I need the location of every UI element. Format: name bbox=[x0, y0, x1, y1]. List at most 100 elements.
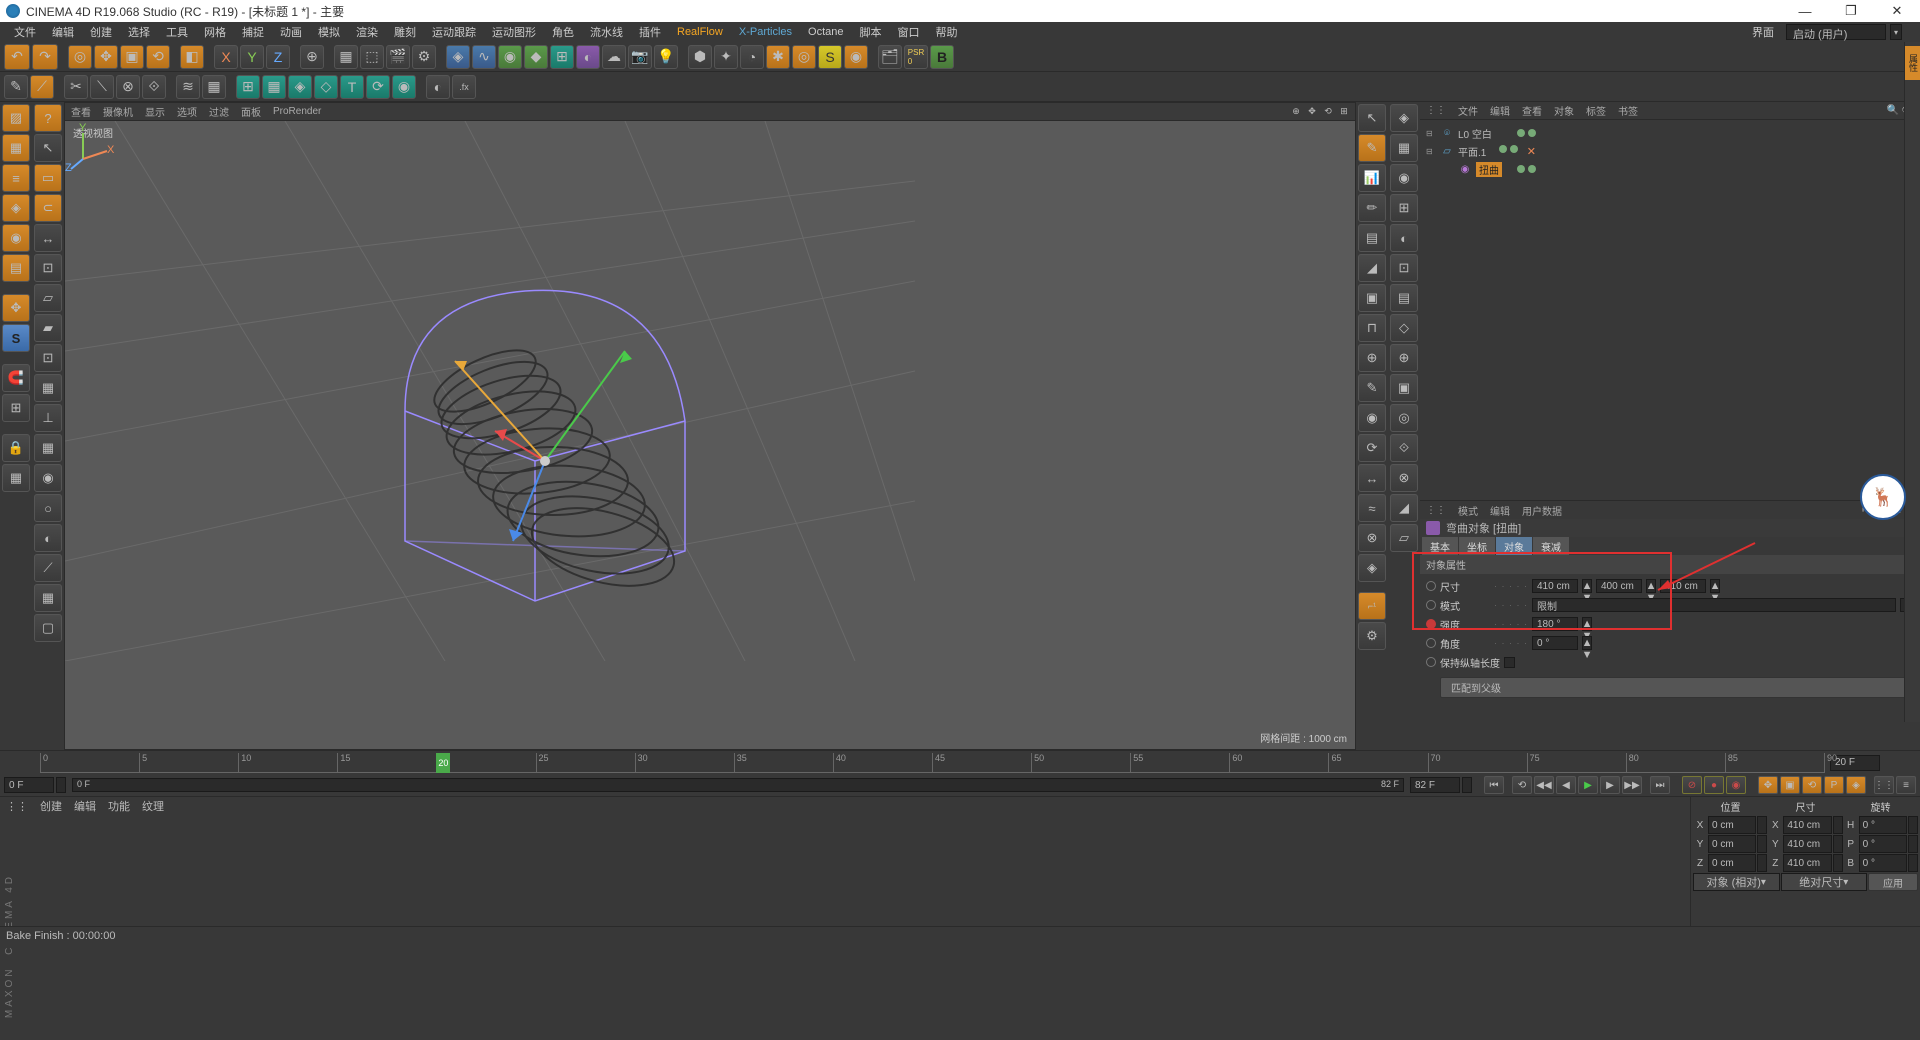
pos-field[interactable]: 0 cm bbox=[1708, 816, 1756, 834]
rt-brush-icon[interactable]: ✏ bbox=[1358, 194, 1386, 222]
tl-key-param-button[interactable]: P bbox=[1824, 776, 1844, 794]
primitive-button[interactable]: ◈ bbox=[446, 45, 470, 69]
strength-anim-icon[interactable] bbox=[1426, 619, 1436, 629]
size-field[interactable]: 410 cm bbox=[1783, 816, 1831, 834]
object-name[interactable]: 扭曲 bbox=[1476, 162, 1502, 177]
soft-select-button[interactable]: ◉ bbox=[34, 464, 62, 492]
timeline-ruler[interactable]: 05101520253035404550556065707580859020 bbox=[40, 753, 1824, 773]
layout-arrow-icon[interactable]: ▾ bbox=[1890, 24, 1902, 40]
viewport-3d[interactable]: 透视视图 bbox=[65, 121, 1355, 749]
mm-menu-create[interactable]: 创建 bbox=[40, 798, 62, 814]
xp-dyn-button[interactable]: ◉ bbox=[844, 45, 868, 69]
tl-record-button[interactable]: ⊘ bbox=[1682, 776, 1702, 794]
b-button[interactable]: B bbox=[930, 45, 954, 69]
axis-y-button[interactable]: Y bbox=[240, 45, 264, 69]
poly-mode-button[interactable]: ▰ bbox=[34, 314, 62, 342]
menu-render[interactable]: 渲染 bbox=[348, 24, 386, 40]
rt-slide-icon[interactable]: ↔ bbox=[1358, 464, 1386, 492]
axis-mode-button[interactable]: ✥ bbox=[2, 294, 30, 322]
xp-modifier-button[interactable]: ✱ bbox=[766, 45, 790, 69]
menu-animate[interactable]: 动画 bbox=[272, 24, 310, 40]
menu-tracker[interactable]: 运动跟踪 bbox=[424, 24, 484, 40]
tl-loop-button[interactable]: ⟲ bbox=[1512, 776, 1532, 794]
tl-goto-end-button[interactable]: ⏭ bbox=[1650, 776, 1670, 794]
rt-poly-pen-icon[interactable]: ✎ bbox=[1358, 374, 1386, 402]
xp-emitter-button[interactable]: ✦ bbox=[714, 45, 738, 69]
spline-button[interactable]: ∿ bbox=[472, 45, 496, 69]
redo-button[interactable]: ↷ bbox=[32, 44, 58, 70]
scale-button[interactable]: ▣ bbox=[120, 45, 144, 69]
fx-button[interactable]: .fx bbox=[452, 75, 476, 99]
rt-chart-icon[interactable]: 📊 bbox=[1358, 164, 1386, 192]
object-name[interactable]: L0 空白 bbox=[1458, 126, 1492, 141]
coord-size-dropdown[interactable]: 绝对尺寸 ▾ bbox=[1781, 873, 1868, 891]
om-menu-edit[interactable]: 编辑 bbox=[1490, 103, 1510, 118]
menu-pipeline[interactable]: 流水线 bbox=[582, 24, 631, 40]
generator-button[interactable]: ◉ bbox=[498, 45, 522, 69]
rt2-2-icon[interactable]: ▦ bbox=[1390, 134, 1418, 162]
menu-edit[interactable]: 编辑 bbox=[44, 24, 82, 40]
strength-field[interactable]: 180 ° bbox=[1532, 617, 1578, 631]
undo-button[interactable]: ↶ bbox=[4, 44, 30, 70]
rt-bridge-icon[interactable]: ⊓ bbox=[1358, 314, 1386, 342]
recent-tool-button[interactable]: ◧ bbox=[180, 45, 204, 69]
tab-coord[interactable]: 坐标 bbox=[1459, 537, 1495, 555]
axis-z-button[interactable]: Z bbox=[266, 45, 290, 69]
size-anim-icon[interactable] bbox=[1426, 581, 1436, 591]
xp-question-button[interactable]: ◎ bbox=[792, 45, 816, 69]
rt-spin-icon[interactable]: ⊗ bbox=[1358, 524, 1386, 552]
maximize-button[interactable]: ❐ bbox=[1828, 0, 1874, 22]
vp-menu-view[interactable]: 查看 bbox=[71, 104, 91, 119]
rt-knife-icon[interactable]: ✎ bbox=[1358, 134, 1386, 162]
menu-script[interactable]: 脚本 bbox=[852, 24, 890, 40]
fit-to-parent-button[interactable]: 匹配到父级 bbox=[1440, 677, 1914, 698]
menu-window[interactable]: 窗口 bbox=[890, 24, 928, 40]
visibility-dot-editor[interactable] bbox=[1517, 129, 1525, 137]
size-y-field[interactable]: 400 cm bbox=[1596, 579, 1642, 593]
rt2-1-icon[interactable]: ◈ bbox=[1390, 104, 1418, 132]
am-menu-edit[interactable]: 编辑 bbox=[1490, 503, 1510, 518]
render-region-button[interactable]: ⬚ bbox=[360, 45, 384, 69]
menu-help[interactable]: 帮助 bbox=[928, 24, 966, 40]
size-z-spinner[interactable]: ▲▼ bbox=[1710, 579, 1720, 593]
subdiv-button[interactable]: ◆ bbox=[524, 45, 548, 69]
fill-select-button[interactable]: ▦ bbox=[34, 584, 62, 612]
tag-icon[interactable]: ✕ bbox=[1527, 145, 1536, 158]
rt2-8-icon[interactable]: ◇ bbox=[1390, 314, 1418, 342]
light-button[interactable]: 💡 bbox=[654, 45, 678, 69]
live-select-button[interactable]: ◎ bbox=[68, 45, 92, 69]
rt2-10-icon[interactable]: ▣ bbox=[1390, 374, 1418, 402]
render-settings-button[interactable]: ⚙ bbox=[412, 45, 436, 69]
loop-select-button[interactable]: ◐ bbox=[34, 524, 62, 552]
matrix-button[interactable]: ▦ bbox=[262, 75, 286, 99]
tl-end-spinner[interactable] bbox=[1462, 777, 1472, 793]
rot-spinner[interactable] bbox=[1908, 835, 1918, 853]
rt2-15-icon[interactable]: ▱ bbox=[1390, 524, 1418, 552]
rt-gear-icon[interactable]: ⚙ bbox=[1358, 622, 1386, 650]
render-pv-button[interactable]: 🎬 bbox=[386, 45, 410, 69]
tl-next-frame-button[interactable]: ▶ bbox=[1600, 776, 1620, 794]
menu-character[interactable]: 角色 bbox=[544, 24, 582, 40]
strength-spinner[interactable]: ▲▼ bbox=[1582, 617, 1592, 631]
size-z-field[interactable]: 410 cm bbox=[1660, 579, 1706, 593]
timeline-end-display[interactable]: 20 F bbox=[1830, 755, 1880, 771]
tab-basic[interactable]: 基本 bbox=[1422, 537, 1458, 555]
visibility-dot-editor[interactable] bbox=[1517, 165, 1525, 173]
spline-mask-button[interactable]: ◉ bbox=[392, 75, 416, 99]
xp-s-button[interactable]: S bbox=[818, 45, 842, 69]
tl-start-field[interactable]: 0 F bbox=[4, 777, 54, 793]
tl-range-slider[interactable]: 0 F 82 F bbox=[72, 778, 1404, 792]
menu-select[interactable]: 选择 bbox=[120, 24, 158, 40]
vp-nav-3-icon[interactable]: ⟲ bbox=[1321, 105, 1335, 119]
size-x-spinner[interactable]: ▲▼ bbox=[1582, 579, 1592, 593]
object-tree[interactable]: ⊟ ⌾ L0 空白 ⊟ ▱ 平面.1 ✕ ◉ 扭曲 🦌 bbox=[1420, 120, 1920, 500]
tl-key-scale-button[interactable]: ▣ bbox=[1780, 776, 1800, 794]
environment-button[interactable]: ☁ bbox=[602, 45, 626, 69]
om-search-icon[interactable]: 🔍 bbox=[1887, 105, 1899, 116]
edge-mode-button[interactable]: ▱ bbox=[34, 284, 62, 312]
rot-spinner[interactable] bbox=[1908, 816, 1918, 834]
tree-row[interactable]: ◉ 扭曲 bbox=[1424, 160, 1916, 178]
angle-spinner[interactable]: ▲▼ bbox=[1582, 636, 1592, 650]
expand-icon[interactable]: ⊟ bbox=[1426, 147, 1436, 156]
visibility-dot-render[interactable] bbox=[1528, 165, 1536, 173]
